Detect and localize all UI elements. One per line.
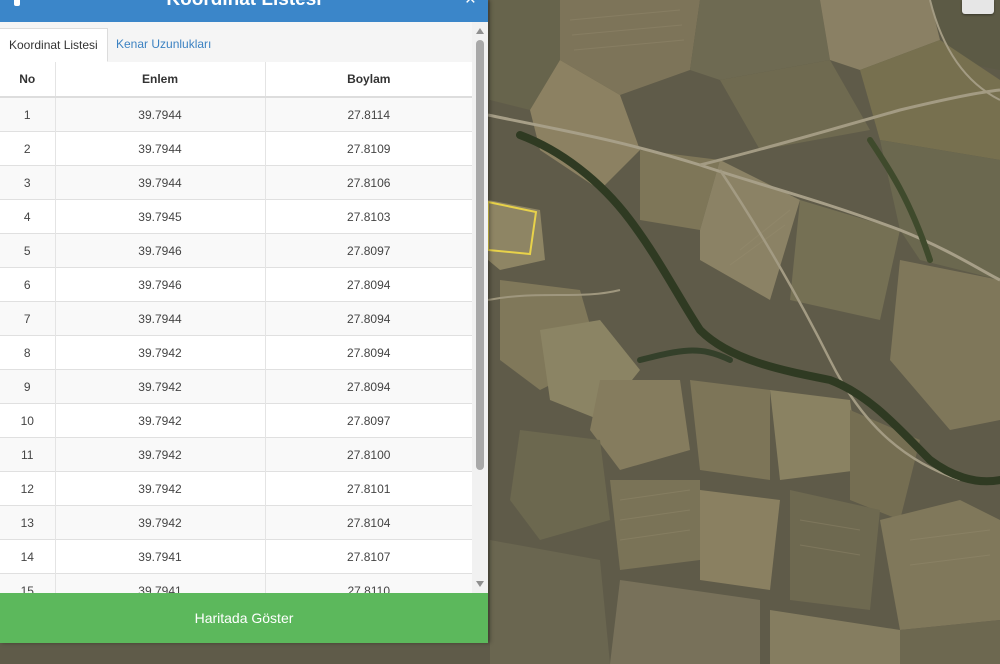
cell-no: 8 bbox=[0, 335, 56, 370]
cell-longitude: 27.8109 bbox=[265, 131, 472, 166]
cell-no: 13 bbox=[0, 505, 56, 540]
table-row[interactable]: 12 39.7942 27.8101 bbox=[0, 471, 472, 506]
cell-longitude: 27.8110 bbox=[265, 573, 472, 593]
cell-latitude: 39.7945 bbox=[55, 199, 266, 234]
cell-longitude: 27.8100 bbox=[265, 437, 472, 472]
cell-longitude: 27.8114 bbox=[265, 96, 472, 132]
cell-no: 3 bbox=[0, 165, 56, 200]
cell-no: 5 bbox=[0, 233, 56, 268]
panel-tabs: Koordinat Listesi Kenar Uzunlukları bbox=[0, 22, 472, 63]
scroll-up-arrow-icon[interactable] bbox=[476, 28, 484, 34]
cell-longitude: 27.8106 bbox=[265, 165, 472, 200]
cell-latitude: 39.7942 bbox=[55, 437, 266, 472]
column-header-no: No bbox=[0, 62, 56, 98]
close-icon[interactable]: × bbox=[465, 0, 476, 12]
tab-coordinate-list[interactable]: Koordinat Listesi bbox=[0, 28, 108, 62]
table-row[interactable]: 14 39.7941 27.8107 bbox=[0, 539, 472, 574]
cell-no: 9 bbox=[0, 369, 56, 404]
scroll-down-arrow-icon[interactable] bbox=[476, 581, 484, 587]
map-control-button[interactable] bbox=[962, 0, 994, 14]
table-row[interactable]: 3 39.7944 27.8106 bbox=[0, 165, 472, 200]
cell-latitude: 39.7942 bbox=[55, 369, 266, 404]
cell-latitude: 39.7944 bbox=[55, 131, 266, 166]
coordinate-table: No Enlem Boylam 1 39.7944 27.8114 2 39.7944 2… bbox=[0, 62, 472, 593]
column-header-longitude: Boylam bbox=[265, 62, 472, 98]
cell-no: 10 bbox=[0, 403, 56, 438]
table-row[interactable]: 1 39.7944 27.8114 bbox=[0, 96, 472, 132]
table-row[interactable]: 11 39.7942 27.8100 bbox=[0, 437, 472, 472]
table-body: 1 39.7944 27.8114 2 39.7944 27.8109 3 39.7944 27… bbox=[0, 96, 472, 593]
cell-latitude: 39.7944 bbox=[55, 96, 266, 132]
cell-latitude: 39.7942 bbox=[55, 403, 266, 438]
table-row[interactable]: 5 39.7946 27.8097 bbox=[0, 233, 472, 268]
scrollbar-thumb[interactable] bbox=[476, 40, 484, 470]
table-header-row: No Enlem Boylam bbox=[0, 62, 472, 98]
table-row[interactable]: 10 39.7942 27.8097 bbox=[0, 403, 472, 438]
table-row[interactable]: 6 39.7946 27.8094 bbox=[0, 267, 472, 302]
cell-latitude: 39.7942 bbox=[55, 335, 266, 370]
cell-no: 15 bbox=[0, 573, 56, 593]
cell-longitude: 27.8094 bbox=[265, 301, 472, 336]
cell-longitude: 27.8094 bbox=[265, 335, 472, 370]
cell-no: 2 bbox=[0, 131, 56, 166]
table-row[interactable]: 2 39.7944 27.8109 bbox=[0, 131, 472, 166]
table-row[interactable]: 9 39.7942 27.8094 bbox=[0, 369, 472, 404]
panel-header: Koordinat Listesi × bbox=[0, 0, 488, 22]
cell-longitude: 27.8094 bbox=[265, 267, 472, 302]
cell-longitude: 27.8101 bbox=[265, 471, 472, 506]
table-row[interactable]: 7 39.7944 27.8094 bbox=[0, 301, 472, 336]
cell-latitude: 39.7941 bbox=[55, 573, 266, 593]
cell-longitude: 27.8103 bbox=[265, 199, 472, 234]
cell-no: 6 bbox=[0, 267, 56, 302]
cell-no: 1 bbox=[0, 96, 56, 132]
table-row[interactable]: 8 39.7942 27.8094 bbox=[0, 335, 472, 370]
cell-no: 7 bbox=[0, 301, 56, 336]
cell-latitude: 39.7942 bbox=[55, 471, 266, 506]
cell-latitude: 39.7944 bbox=[55, 301, 266, 336]
cell-no: 4 bbox=[0, 199, 56, 234]
cell-no: 14 bbox=[0, 539, 56, 574]
cell-longitude: 27.8094 bbox=[265, 369, 472, 404]
show-on-map-button[interactable]: Haritada Göster bbox=[0, 593, 488, 643]
cell-longitude: 27.8104 bbox=[265, 505, 472, 540]
cell-latitude: 39.7946 bbox=[55, 233, 266, 268]
cell-latitude: 39.7942 bbox=[55, 505, 266, 540]
coordinate-table-container[interactable]: No Enlem Boylam 1 39.7944 27.8114 2 39.7944 2… bbox=[0, 62, 472, 593]
cell-longitude: 27.8097 bbox=[265, 233, 472, 268]
table-row[interactable]: 13 39.7942 27.8104 bbox=[0, 505, 472, 540]
cell-latitude: 39.7944 bbox=[55, 165, 266, 200]
cell-no: 12 bbox=[0, 471, 56, 506]
tab-edge-lengths[interactable]: Kenar Uzunlukları bbox=[107, 28, 220, 62]
panel-title: Koordinat Listesi bbox=[0, 0, 488, 12]
scrollbar[interactable] bbox=[472, 22, 488, 593]
cell-no: 11 bbox=[0, 437, 56, 472]
coordinate-list-panel: Koordinat Listesi × Koordinat Listesi Ke… bbox=[0, 0, 488, 643]
cell-longitude: 27.8097 bbox=[265, 403, 472, 438]
cell-longitude: 27.8107 bbox=[265, 539, 472, 574]
cell-latitude: 39.7941 bbox=[55, 539, 266, 574]
column-header-latitude: Enlem bbox=[55, 62, 266, 98]
cell-latitude: 39.7946 bbox=[55, 267, 266, 302]
table-row[interactable]: 15 39.7941 27.8110 bbox=[0, 573, 472, 593]
table-row[interactable]: 4 39.7945 27.8103 bbox=[0, 199, 472, 234]
